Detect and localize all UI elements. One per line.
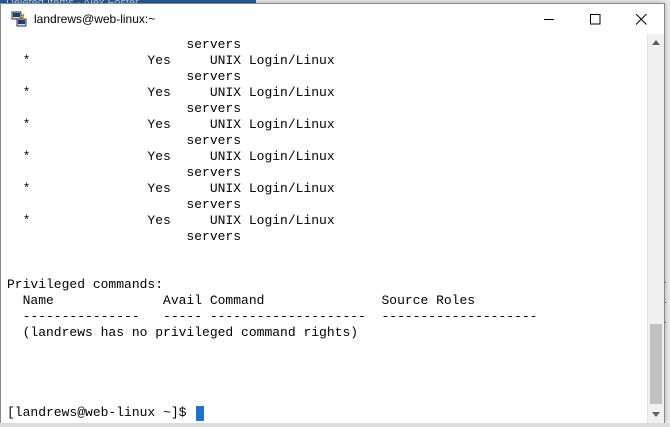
maximize-icon: [589, 13, 600, 24]
command-prompt[interactable]: [landrews@web-linux ~]$: [7, 405, 205, 421]
terminal-line: * Yes UNIX Login/Linux: [7, 53, 335, 68]
close-button[interactable]: [618, 4, 664, 34]
window-title: landrews@web-linux:~: [34, 12, 156, 26]
terminal-line: * Yes UNIX Login/Linux: [7, 149, 335, 164]
terminal-text: servers * Yes UNIX Login/Linux servers *…: [7, 37, 538, 341]
window-titlebar[interactable]: landrews@web-linux:~: [1, 4, 664, 34]
terminal-line: * Yes UNIX Login/Linux: [7, 213, 335, 228]
desktop-strip: [0, 423, 670, 427]
text-cursor: [196, 405, 205, 421]
close-icon: [635, 13, 647, 25]
window-controls: [526, 4, 664, 34]
minimize-button[interactable]: [526, 4, 572, 34]
scroll-down-arrow[interactable]: [648, 406, 664, 423]
terminal-line: Name Avail Command Source Roles: [7, 293, 476, 308]
vertical-scrollbar[interactable]: [647, 34, 664, 423]
chevron-down-icon: [652, 412, 660, 417]
terminal-line: --------------- ----- ------------------…: [7, 309, 538, 324]
terminal-line: servers: [7, 133, 242, 148]
terminal-window: landrews@web-linux:~ servers * Yes UNIX …: [0, 3, 665, 423]
terminal-line: Privileged commands:: [7, 277, 164, 292]
scrollbar-thumb[interactable]: [650, 324, 662, 404]
minimize-icon: [543, 18, 554, 20]
terminal-line: (landrews has no privileged command righ…: [7, 325, 359, 340]
maximize-button[interactable]: [572, 4, 618, 34]
terminal-line: servers: [7, 229, 242, 244]
scroll-up-arrow[interactable]: [648, 34, 664, 51]
terminal-line: * Yes UNIX Login/Linux: [7, 117, 335, 132]
terminal-output[interactable]: servers * Yes UNIX Login/Linux servers *…: [1, 34, 648, 423]
terminal-line: servers: [7, 37, 242, 52]
terminal-line: * Yes UNIX Login/Linux: [7, 181, 335, 196]
terminal-line: servers: [7, 69, 242, 84]
terminal-line: * Yes UNIX Login/Linux: [7, 85, 335, 100]
putty-icon[interactable]: [11, 11, 27, 27]
chevron-up-icon: [652, 40, 660, 45]
prompt-text: [landrews@web-linux ~]$: [7, 405, 195, 420]
terminal-line: servers: [7, 165, 242, 180]
terminal-line: servers: [7, 197, 242, 212]
terminal-line: servers: [7, 101, 242, 116]
